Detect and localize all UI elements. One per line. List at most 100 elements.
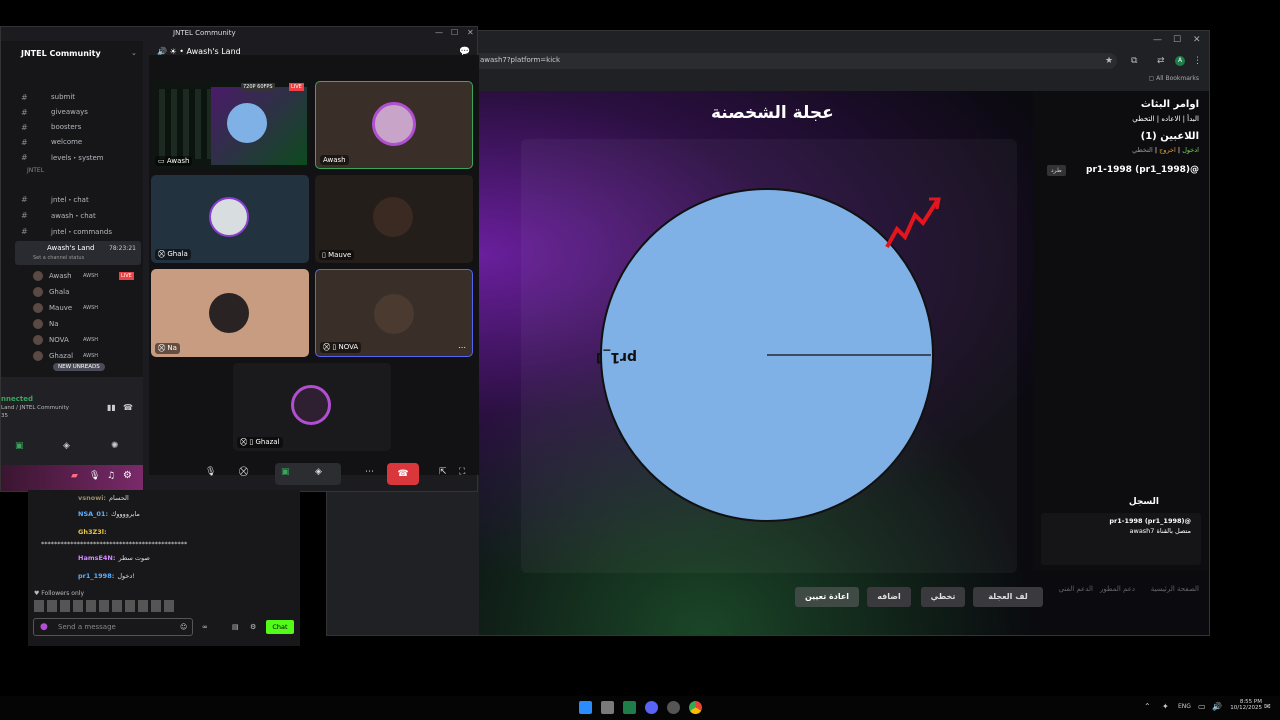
category-label[interactable]: JNTEL bbox=[27, 167, 44, 174]
live-badge: LIVE bbox=[119, 272, 134, 280]
notification-icon[interactable]: ✉ bbox=[1264, 702, 1271, 711]
chat-username[interactable]: NSA_01: bbox=[78, 510, 108, 518]
chevron-down-icon[interactable]: ⌄ bbox=[131, 49, 137, 57]
footer-dev-support[interactable]: دعم المطور bbox=[1100, 585, 1135, 593]
activity-icon[interactable]: ◈ bbox=[63, 441, 70, 451]
settings-icon[interactable]: ⚙ bbox=[250, 623, 256, 631]
chat-username[interactable]: pr1_1998: bbox=[78, 572, 114, 580]
chat-username[interactable]: vsnowi: bbox=[78, 494, 106, 502]
voice-member-name[interactable]: Mauve bbox=[49, 304, 72, 312]
terminal-icon[interactable] bbox=[623, 701, 636, 714]
minimize-icon[interactable]: — bbox=[1153, 35, 1162, 45]
footer-home[interactable]: الصفحة الرئيسية bbox=[1151, 585, 1199, 593]
member-avatar bbox=[33, 287, 43, 297]
sidebar-item-channel[interactable]: boosters bbox=[51, 123, 81, 131]
chat-send-button[interactable]: Chat bbox=[266, 620, 294, 634]
sidebar-item-channel[interactable]: welcome bbox=[51, 138, 82, 146]
server-name[interactable]: JNTEL Community bbox=[21, 49, 101, 58]
volume-icon[interactable]: 🔊 bbox=[1212, 702, 1222, 711]
followers-only-label: Followers only bbox=[41, 590, 84, 597]
minimize-icon[interactable]: — bbox=[435, 28, 443, 37]
close-icon[interactable]: ✕ bbox=[1193, 35, 1201, 45]
voice-channel-label: Awash's Land bbox=[47, 244, 95, 252]
chat-username[interactable]: HamsE4N: bbox=[78, 554, 115, 562]
video-tile-nova[interactable]: ⛒ ▯ NOVA ⋯ bbox=[315, 269, 473, 357]
all-bookmarks-label: All Bookmarks bbox=[1156, 75, 1199, 82]
steam-icon[interactable] bbox=[667, 701, 680, 714]
chat-username[interactable]: Gh3Z3l: bbox=[78, 528, 107, 536]
emote-bar[interactable] bbox=[34, 600, 174, 612]
disconnect-button[interactable]: ☎ bbox=[387, 463, 419, 485]
sidebar-item-channel[interactable]: jntel・commands bbox=[51, 227, 112, 237]
video-tile-ghala[interactable]: ⛒ Ghala bbox=[151, 175, 309, 263]
language-indicator[interactable]: ENG bbox=[1178, 703, 1191, 710]
microphone-icon[interactable]: 🎙 bbox=[89, 471, 100, 481]
network-icon[interactable]: ✦ bbox=[1162, 702, 1169, 711]
voice-member-name[interactable]: Awash bbox=[49, 272, 72, 280]
chrome-icon[interactable] bbox=[689, 701, 702, 714]
more-icon[interactable]: ⋯ bbox=[365, 467, 374, 477]
skip-button[interactable]: تخطي bbox=[921, 587, 965, 607]
voice-member-name[interactable]: Ghazal bbox=[49, 352, 73, 360]
star-icon[interactable]: ★ bbox=[1105, 56, 1113, 66]
maximize-icon[interactable]: ☐ bbox=[1173, 35, 1181, 45]
emoji-icon[interactable]: ☺ bbox=[180, 623, 187, 631]
address-bar[interactable]: awash7?platform=kick bbox=[472, 53, 1117, 69]
activity-icon[interactable]: ◈ bbox=[315, 467, 322, 477]
sidebar-item-channel[interactable]: jntel・chat bbox=[51, 195, 89, 205]
voice-member-name[interactable]: Ghala bbox=[49, 288, 69, 296]
clock[interactable]: 8:55 PM 10/12/2025 bbox=[1228, 699, 1262, 711]
soundboard-icon[interactable]: ✺ bbox=[111, 441, 119, 451]
voice-channel-active[interactable]: Awash's Land 78:23:21 Set a channel stat… bbox=[15, 241, 141, 265]
gamepad-icon[interactable]: ▰ bbox=[71, 471, 78, 481]
popout-icon[interactable]: ⇱ bbox=[439, 467, 447, 477]
microphone-icon[interactable]: 🎙 bbox=[205, 467, 216, 477]
screen-share-icon[interactable]: ▣ bbox=[281, 467, 290, 477]
display-icon[interactable]: ▭ bbox=[1198, 702, 1206, 711]
maximize-icon[interactable]: ☐ bbox=[451, 28, 458, 37]
discord-icon[interactable] bbox=[645, 701, 658, 714]
start-icon[interactable] bbox=[579, 701, 592, 714]
points-icon[interactable]: ∞ bbox=[202, 623, 208, 631]
close-icon[interactable]: ✕ bbox=[467, 28, 474, 37]
sidebar-item-channel[interactable]: submit bbox=[51, 93, 75, 101]
noise-icon[interactable]: ▮▮ bbox=[107, 403, 116, 412]
reset-button[interactable]: اعادة تعيين bbox=[795, 587, 859, 607]
extensions-icon[interactable]: ⧉ bbox=[1131, 56, 1137, 66]
video-tile-ghazal[interactable]: ⛒ ▯ Ghazal bbox=[233, 363, 391, 451]
kick-button[interactable]: طرد bbox=[1047, 165, 1066, 176]
extension-icon[interactable]: ⇄ bbox=[1157, 56, 1165, 66]
avatar bbox=[209, 293, 249, 333]
video-tile-na[interactable]: ⛒ Na bbox=[151, 269, 309, 357]
sidebar-item-channel[interactable]: levels・system bbox=[51, 153, 104, 163]
control-sidebar: اوامر البثاث البدأ | الاعاده | التخطي ال… bbox=[1033, 91, 1209, 593]
footer-tech-support[interactable]: الدعم الفني bbox=[1059, 585, 1093, 593]
spin-button[interactable]: لف العجلة bbox=[973, 587, 1043, 607]
voice-member-name[interactable]: NOVA bbox=[49, 336, 69, 344]
chat-text: صوت سطر bbox=[118, 554, 150, 562]
screen-share-icon[interactable]: ▣ bbox=[15, 441, 24, 451]
new-unreads-badge[interactable]: NEW UNREADS bbox=[53, 363, 105, 371]
disconnect-icon[interactable]: ☎ bbox=[123, 403, 133, 412]
sidebar-item-channel[interactable]: awash・chat bbox=[51, 211, 96, 221]
chat-input[interactable]: Send a message bbox=[33, 618, 193, 636]
chevron-up-icon[interactable]: ⌃ bbox=[1144, 702, 1151, 711]
all-bookmarks[interactable]: ▢ All Bookmarks bbox=[1149, 75, 1199, 82]
camera-off-icon[interactable]: ⛒ bbox=[239, 467, 248, 477]
sidebar-item-channel[interactable]: giveaways bbox=[51, 108, 88, 116]
add-button[interactable]: اضافه bbox=[867, 587, 911, 607]
fullscreen-icon[interactable]: ⛶ bbox=[459, 467, 465, 477]
headphones-icon[interactable]: ♫ bbox=[107, 471, 115, 481]
profile-icon[interactable]: A bbox=[1175, 56, 1185, 66]
channel-status[interactable]: Set a channel status bbox=[33, 255, 84, 261]
video-tile-mauve[interactable]: ▯ Mauve bbox=[315, 175, 473, 263]
gift-icon[interactable]: ▤ bbox=[232, 623, 239, 631]
menu-icon[interactable]: ⋮ bbox=[1193, 56, 1202, 66]
video-tile-stream[interactable]: 720P 60FPS LIVE ▭ Awash bbox=[151, 81, 309, 169]
video-tile-awash[interactable]: Awash bbox=[315, 81, 473, 169]
microphone-icon[interactable]: ● bbox=[40, 622, 48, 632]
file-explorer-icon[interactable] bbox=[601, 701, 614, 714]
voice-member-name[interactable]: Na bbox=[49, 320, 59, 328]
more-icon[interactable]: ⋯ bbox=[458, 343, 466, 352]
settings-icon[interactable]: ⚙ bbox=[123, 470, 132, 481]
